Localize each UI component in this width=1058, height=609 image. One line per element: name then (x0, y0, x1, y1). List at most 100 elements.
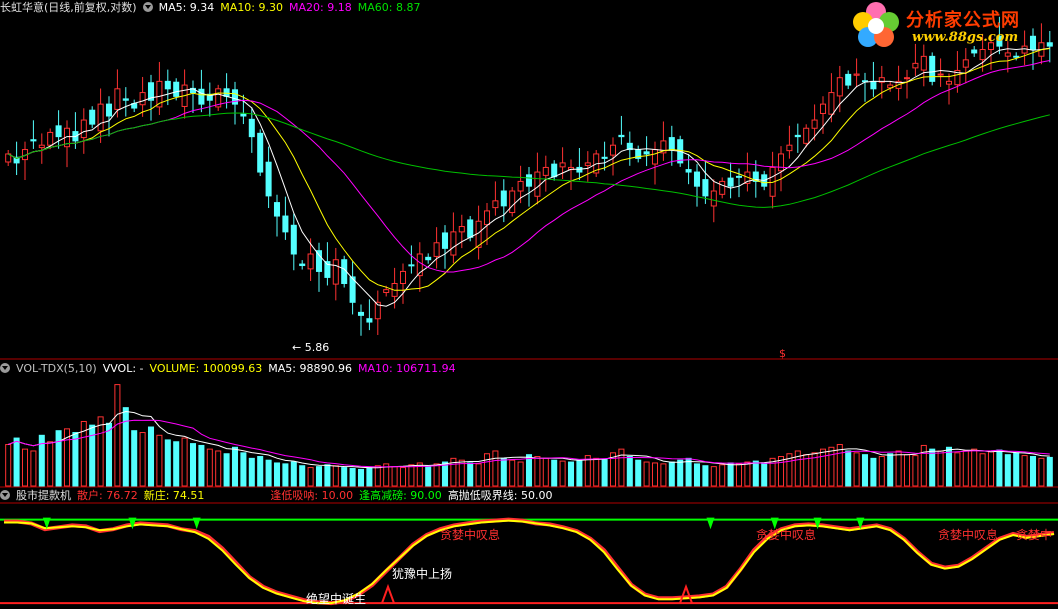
ma20-line (7, 60, 1050, 273)
fenggao-label: 逢高减磅: 90.00 (359, 489, 442, 502)
indicator-panel[interactable] (0, 517, 1058, 606)
dropdown-icon[interactable] (0, 363, 10, 373)
ma10-label: MA10: 9.30 (220, 1, 284, 14)
volume-bar (164, 439, 171, 487)
volume-bar (408, 464, 415, 487)
volume-bar (215, 450, 222, 487)
volume-bar (47, 441, 54, 487)
volume-bar (693, 463, 701, 487)
sanhu-line (4, 517, 1055, 606)
vvol-label: VVOL: - (102, 362, 144, 375)
volume-bar (903, 454, 911, 487)
volume-bar (1004, 454, 1011, 487)
candle (198, 88, 205, 105)
vol-title[interactable]: VOL-TDX(5,10) (16, 362, 97, 375)
volume-bar (1046, 456, 1053, 487)
logo-text: 分析家公式网 (906, 10, 1020, 31)
candle (433, 242, 440, 257)
candle (399, 270, 407, 284)
volume-bar (122, 407, 129, 487)
price-panel[interactable] (5, 16, 1053, 336)
volume-bar (987, 451, 995, 487)
volume-bar (912, 455, 919, 487)
volume-bar (979, 453, 986, 487)
candle (786, 144, 793, 152)
ma60-label: MA60: 8.87 (357, 1, 421, 14)
ma5-label: MA5: 9.34 (158, 1, 215, 14)
volume-bar (719, 464, 726, 487)
volume-bar (315, 466, 323, 487)
annotation-5: 贪婪中叹息 (938, 528, 999, 542)
stock-chart-canvas[interactable] (0, 0, 1058, 609)
xinzhuang-label: 新庄: 74.51 (143, 489, 205, 502)
volume-bar (651, 462, 659, 487)
volume-bar (55, 430, 62, 487)
volume-bar (425, 465, 432, 487)
candle (122, 98, 129, 101)
logo-url: www.88gs.com (912, 30, 1019, 45)
volume-bar (727, 462, 734, 487)
volume-bar (248, 457, 255, 487)
low-price-value: 5.86 (304, 341, 330, 354)
candle (609, 144, 617, 156)
candle (273, 202, 281, 217)
ind-title[interactable]: 股市提款机 (16, 489, 71, 502)
dropdown-icon[interactable] (0, 490, 10, 500)
annotation-4: 贪婪中叹息 (756, 528, 817, 542)
volume-bar (744, 461, 751, 487)
candle (30, 139, 37, 142)
candle (643, 151, 650, 155)
volume-bar (735, 463, 743, 487)
volume-bar (332, 465, 339, 487)
volume-bar (937, 450, 944, 487)
candle (836, 77, 843, 97)
volume-bar (845, 450, 852, 487)
candle (870, 80, 877, 90)
volume-label: VOLUME: 100099.63 (149, 362, 263, 375)
candle (702, 179, 709, 197)
volume-bar (668, 461, 675, 487)
candle (467, 219, 474, 238)
candle (408, 264, 415, 267)
candle (173, 81, 180, 97)
volume-panel[interactable] (5, 384, 1053, 487)
volume-bar (21, 448, 29, 487)
volume-bar (374, 465, 381, 487)
low-price-label: ← 5.86 (292, 341, 330, 354)
candle (55, 125, 62, 138)
dropdown-icon[interactable] (142, 2, 153, 12)
volume-bar (996, 449, 1003, 487)
candle (315, 250, 323, 272)
volume-bar (761, 462, 768, 487)
volume-bar (769, 457, 776, 487)
stock-title[interactable]: 长虹华意(日线,前复权,对数) (0, 1, 137, 14)
candle (257, 132, 264, 173)
candle (290, 224, 297, 255)
volume-bar (282, 463, 289, 487)
candle (962, 59, 969, 68)
volume-bar (819, 448, 827, 487)
candle (332, 259, 339, 285)
volume-bar (752, 460, 759, 487)
volume-bar (483, 453, 491, 487)
volume-bar (542, 457, 549, 487)
gaopao-label: 高抛低吸界线: 50.00 (447, 489, 553, 502)
volume-bar (475, 463, 482, 487)
candle (668, 137, 675, 151)
volume-bar (559, 460, 566, 487)
volume-bar (836, 444, 843, 487)
volume-bar (677, 459, 684, 487)
candle (651, 149, 659, 165)
volume-bar (147, 426, 155, 487)
volume-bar (702, 465, 709, 487)
candle (492, 200, 499, 209)
candle (803, 127, 810, 144)
candle (38, 144, 45, 149)
candle (727, 177, 734, 187)
volume-bar (265, 459, 272, 487)
candle (853, 73, 860, 76)
candle (299, 263, 306, 267)
volume-bar (500, 457, 507, 487)
candle (248, 118, 255, 138)
volume-bar (156, 434, 163, 487)
